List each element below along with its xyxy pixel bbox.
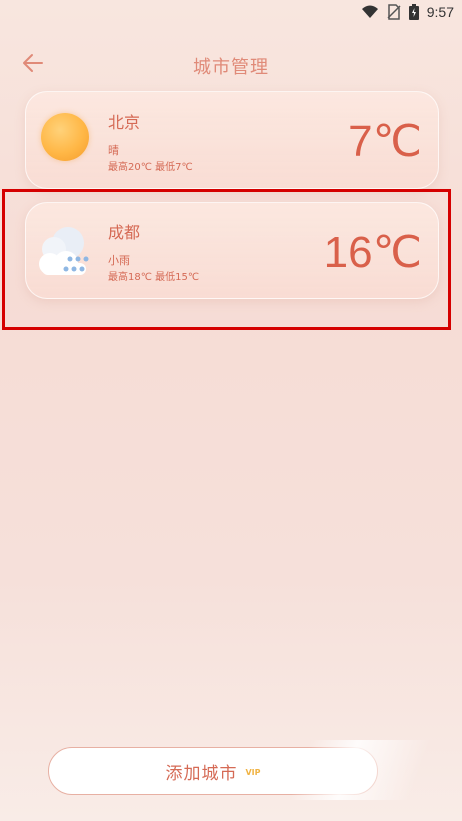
temp-range: 最高20℃ 最低7℃ [108,162,193,173]
watermark [289,740,431,800]
city-card-beijing[interactable]: 北京 晴 最高20℃ 最低7℃ 7℃ [25,91,439,189]
current-temp: 7℃ [348,117,422,166]
header: 城市管理 [0,44,462,84]
status-bar: 9:57 [0,0,462,26]
city-name: 北京 [108,113,141,132]
selection-highlight [2,189,451,330]
vip-badge: VIP [245,767,261,777]
weather-condition: 晴 [108,144,119,157]
page-title: 城市管理 [193,57,269,78]
add-city-label: 添加城市 [165,763,238,784]
no-sim-icon [387,4,401,20]
wifi-icon [361,5,378,18]
sun-icon [41,113,89,161]
battery-icon [408,4,419,20]
status-time: 9:57 [426,4,454,20]
